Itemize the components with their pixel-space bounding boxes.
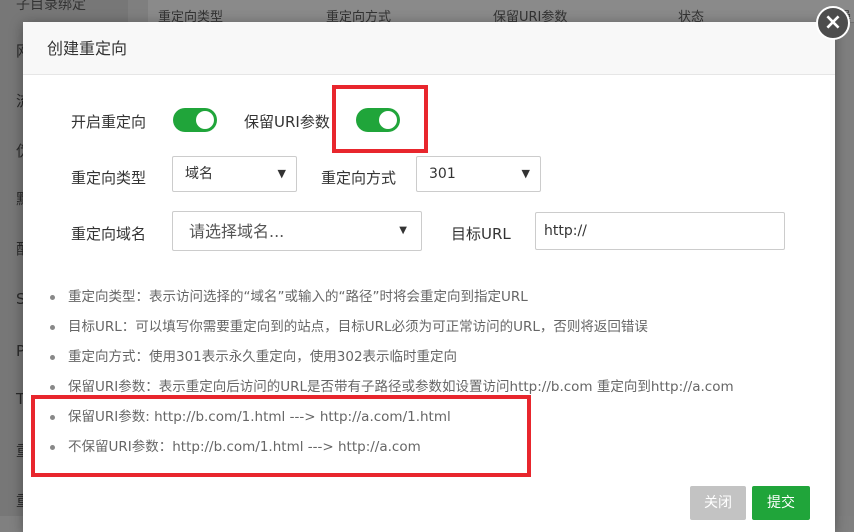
- dropdown-arrow-icon: ▼: [277, 167, 286, 180]
- keep-uri-toggle[interactable]: [356, 108, 400, 132]
- help-tip: 重定向类型：表示访问选择的“域名”或输入的“路径”时将会重定向到指定URL: [43, 282, 734, 312]
- help-tip: 保留URI参数：表示重定向后访问的URL是否带有子路径或参数如设置访问http:…: [43, 372, 734, 402]
- keep-uri-label: 保留URI参数: [244, 113, 330, 131]
- dialog-header: 创建重定向: [23, 22, 835, 75]
- target-url-input[interactable]: http://: [535, 212, 785, 250]
- target-url-label: 目标URL: [451, 225, 511, 243]
- redirect-type-value: 域名: [185, 166, 213, 182]
- dialog-title: 创建重定向: [47, 39, 128, 58]
- dropdown-arrow-icon: ▼: [399, 225, 407, 236]
- help-tip: 重定向方式：使用301表示永久重定向，使用302表示临时重定向: [43, 342, 734, 372]
- toggle-knob: [196, 111, 214, 129]
- redirect-method-label: 重定向方式: [321, 169, 397, 187]
- redirect-type-label: 重定向类型: [71, 169, 147, 187]
- help-tip: 不保留URI参数：http://b.com/1.html ---> http:/…: [43, 432, 734, 462]
- redirect-method-select[interactable]: 301 ▼: [416, 156, 541, 192]
- help-tips-list: 重定向类型：表示访问选择的“域名”或输入的“路径”时将会重定向到指定URL 目标…: [43, 282, 734, 462]
- help-tip: 目标URL：可以填写你需要重定向到的站点，目标URL必须为可正常访问的URL，否…: [43, 312, 734, 342]
- redirect-domain-select[interactable]: 请选择域名... ▼: [172, 211, 422, 251]
- background-table-header: 重定向类型 重定向方式 保留URI参数 状态 操: [148, 0, 854, 25]
- submit-button[interactable]: 提交: [752, 486, 810, 520]
- redirect-domain-placeholder: 请选择域名...: [189, 222, 285, 241]
- background-top-tab: 子目录绑定: [16, 0, 86, 13]
- close-button[interactable]: 关闭: [690, 486, 746, 520]
- help-tip: 保留URI参数: http://b.com/1.html ---> http:/…: [43, 402, 734, 432]
- create-redirect-dialog: 创建重定向 开启重定向 保留URI参数 重定向类型 域名 ▼ 重定向方式 301…: [23, 22, 835, 532]
- toggle-knob: [379, 111, 397, 129]
- enable-redirect-toggle[interactable]: [173, 108, 217, 132]
- redirect-domain-label: 重定向域名: [71, 225, 147, 243]
- dropdown-arrow-icon: ▼: [521, 167, 530, 180]
- enable-redirect-label: 开启重定向: [71, 113, 147, 131]
- redirect-method-value: 301: [429, 166, 456, 182]
- close-icon[interactable]: ×: [816, 6, 850, 40]
- redirect-type-select[interactable]: 域名 ▼: [172, 156, 297, 192]
